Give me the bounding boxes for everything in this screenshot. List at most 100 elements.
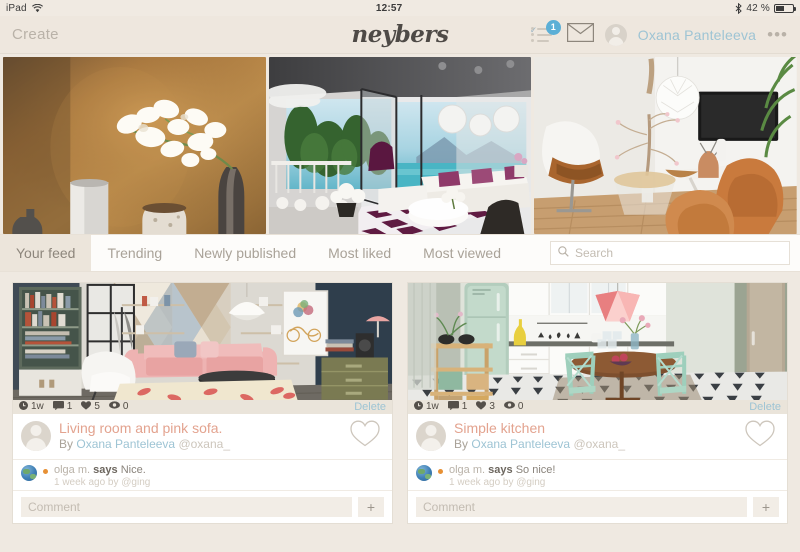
feed-tab-bar: Your feed Trending Newly published Most … [0,234,800,272]
tab-trending[interactable]: Trending [91,235,178,271]
comment-body: So nice! [515,463,556,476]
heart-icon [476,401,487,413]
user-avatar-icon[interactable] [604,23,627,46]
notification-badge: 1 [545,19,561,35]
eye-icon [108,401,120,412]
card-meta: Simple kitchen By Oxana Panteleeva @oxan… [408,413,787,460]
stat-likes: 3 [476,401,495,413]
author-name[interactable]: Oxana Panteleeva [76,437,175,451]
stat-views: 0 [108,401,129,413]
stat-likes-value: 3 [489,401,495,413]
comment-icon [52,400,64,413]
comment-input[interactable] [21,497,352,517]
card-stats-bar: 1w 1 5 0 Delete [13,399,392,414]
by-prefix: By [59,436,74,451]
tab-newly-published[interactable]: Newly published [178,235,312,271]
stat-likes-value: 5 [94,401,100,413]
heart-outline-icon[interactable] [350,420,384,452]
battery-icon [774,3,796,13]
card-image-simple-kitchen[interactable] [408,283,787,400]
app-logo: neybers [351,21,449,48]
heart-outline-icon[interactable] [745,420,779,452]
hero-carousel [0,54,800,234]
username-label[interactable]: Oxana Panteleeva [638,27,756,43]
card-stats-bar: 1w 1 3 0 Delete [408,399,787,414]
clock-icon [414,400,423,413]
hero-modern-living-room[interactable] [268,57,532,234]
comment-meta: 1 week ago by @ging [54,476,151,488]
stat-comments-value: 1 [461,401,468,413]
bluetooth-icon [735,2,743,14]
tab-your-feed[interactable]: Your feed [0,235,92,271]
checklist-icon[interactable]: ✓ 1 [530,19,561,44]
hero-scandi-lounge[interactable] [534,57,798,234]
clock-icon [19,400,28,413]
device-name: iPad [6,2,27,14]
author-avatar-icon[interactable] [21,421,51,452]
battery-percent-label: 42 % [746,2,770,14]
stat-views-value: 0 [517,401,524,413]
comment-main-line: olga m. says So nice! [449,464,779,477]
comment-status-dot [438,468,443,474]
card-title[interactable]: Simple kitchen [454,420,737,436]
comment-user[interactable]: olga m. [54,464,90,476]
globe-avatar-icon[interactable] [21,464,37,481]
card-author-line: By Oxana Panteleeva @oxana_ [454,437,737,453]
stat-time: 1w [414,400,439,413]
tab-most-viewed[interactable]: Most viewed [407,235,517,271]
eye-icon [503,401,515,412]
comment-composer: + [408,491,787,523]
comment-item: olga m. says Nice. 1 week ago by @ging [13,460,392,491]
wifi-icon [31,3,43,13]
stat-likes: 5 [81,401,100,413]
status-right: 42 % [735,2,796,14]
comment-body: Nice. [120,463,146,476]
search-input[interactable] [575,246,782,260]
more-options-button[interactable]: ••• [767,26,788,43]
stat-time-value: 1w [426,401,439,413]
comment-input[interactable] [416,497,747,517]
card-meta-text: Simple kitchen By Oxana Panteleeva @oxan… [454,420,737,453]
stat-time-value: 1w [31,401,44,413]
search-area [550,235,790,271]
card-title[interactable]: Living room and pink sofa. [59,420,342,436]
author-name[interactable]: Oxana Panteleeva [471,437,570,451]
author-handle[interactable]: @oxana_ [178,437,230,451]
stat-comments: 1 [447,400,468,413]
feed-card: 1w 1 5 0 Delete Living room and pink sof… [12,282,393,524]
comment-item: olga m. says So nice! 1 week ago by @gin… [408,460,787,491]
create-button[interactable]: Create [12,26,59,43]
globe-avatar-icon[interactable] [416,464,432,481]
card-author-line: By Oxana Panteleeva @oxana_ [59,437,342,453]
delete-button[interactable]: Delete [749,401,781,413]
header-actions: ✓ 1 Oxana Panteleeva ••• [530,19,788,47]
stat-comments: 1 [52,400,73,413]
stat-comments-value: 1 [66,401,73,413]
author-avatar-icon[interactable] [416,421,446,452]
stat-views: 0 [503,401,524,413]
by-prefix: By [454,436,469,451]
comment-says: says [488,463,513,476]
comment-text: olga m. says Nice. 1 week ago by @ging [54,464,384,490]
envelope-icon[interactable] [566,22,594,47]
feed-card: 1w 1 3 0 Delete Simple kitchen By Oxana … [407,282,788,524]
search-box[interactable] [550,241,790,265]
status-time: 12:57 [375,2,403,14]
comment-text: olga m. says So nice! 1 week ago by @gin… [449,464,779,490]
comment-user[interactable]: olga m. [449,464,485,476]
add-comment-button[interactable]: + [753,497,779,517]
card-image-living-room-pink-sofa[interactable] [13,283,392,400]
tab-most-liked[interactable]: Most liked [312,235,407,271]
comment-main-line: olga m. says Nice. [54,464,384,477]
app-header: Create neybers ✓ 1 Oxana Panteleeva ••• [0,16,800,54]
delete-button[interactable]: Delete [354,401,386,413]
hero-orchid-vases[interactable] [3,57,266,234]
stat-views-value: 0 [122,401,129,413]
add-comment-button[interactable]: + [358,497,384,517]
comment-status-dot [43,468,48,474]
status-left: iPad [6,3,43,14]
heart-icon [81,401,92,413]
ios-status-bar: iPad 12:57 42 % [0,0,800,16]
author-handle[interactable]: @oxana_ [573,437,625,451]
card-meta: Living room and pink sofa. By Oxana Pant… [13,413,392,460]
